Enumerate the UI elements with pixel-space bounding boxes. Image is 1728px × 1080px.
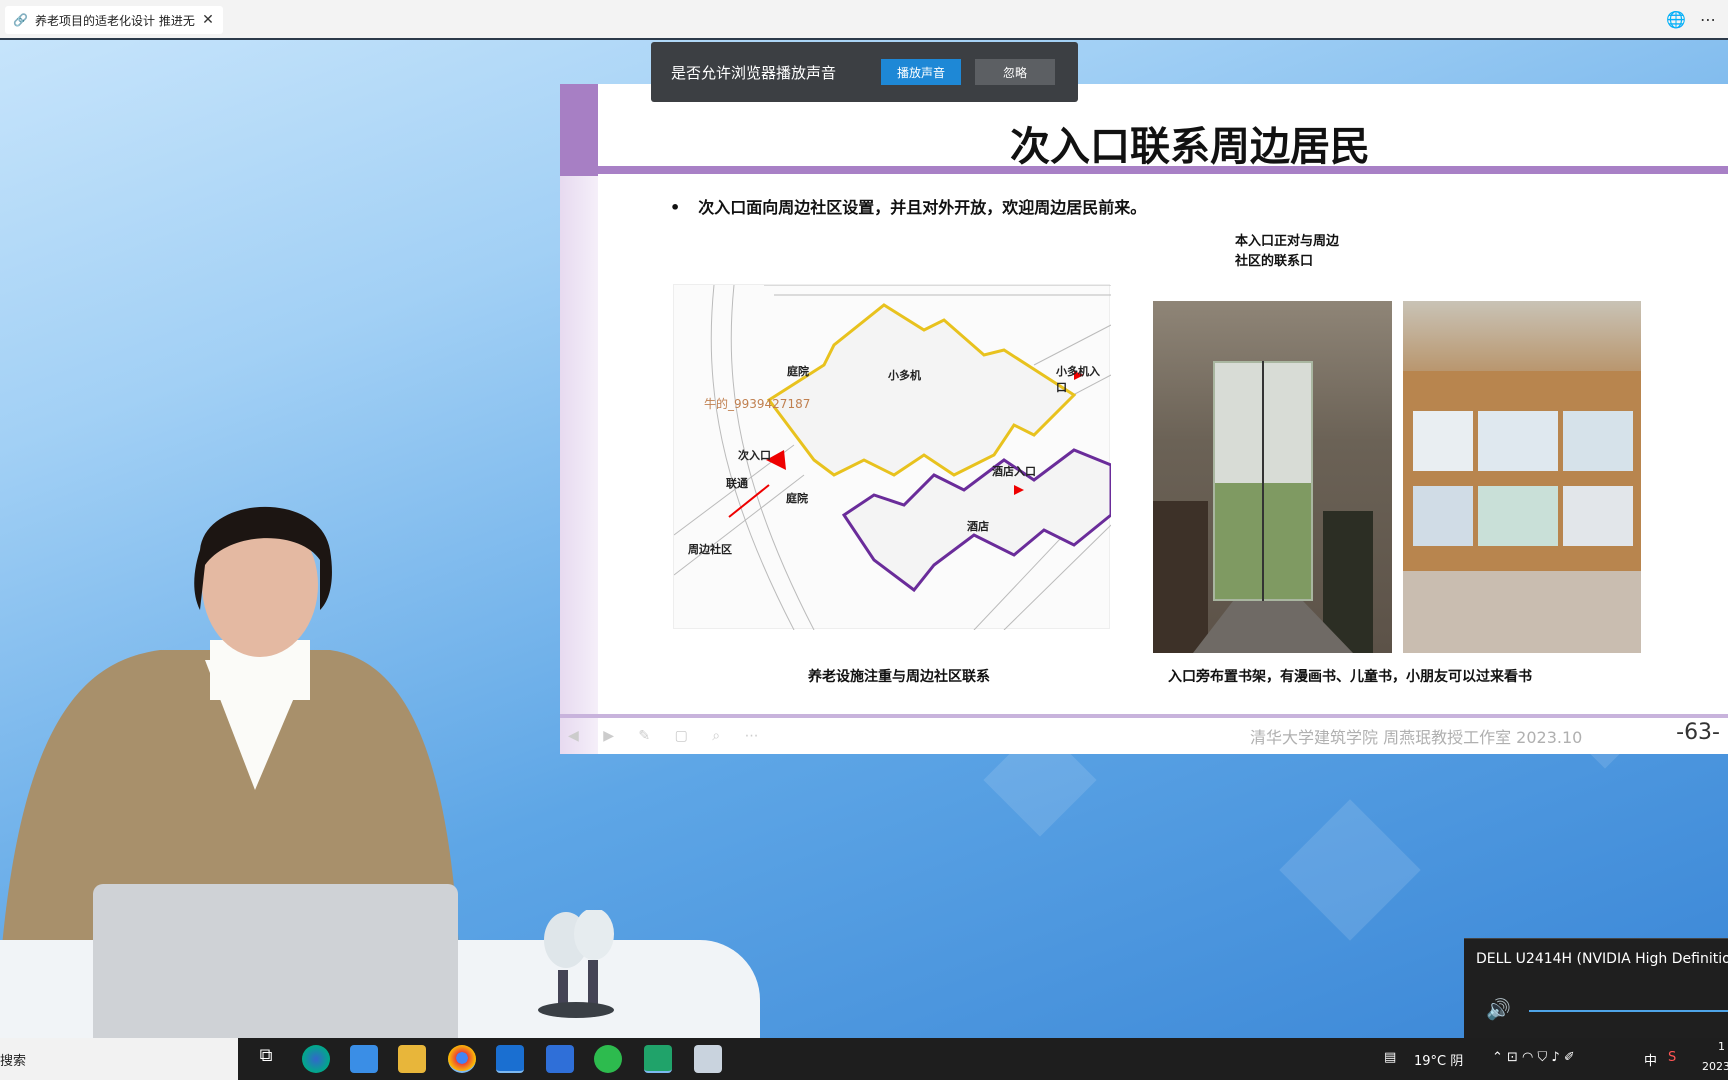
watermark-text: 牛的_9939427187 xyxy=(704,397,811,411)
senior-building-outline xyxy=(766,303,1077,477)
speaker-icon[interactable]: 🔊 xyxy=(1486,997,1511,1021)
news-widget-icon[interactable]: ▤ xyxy=(1384,1050,1396,1065)
entrance-annotation: 本入口正对与周边 社区的联系口 xyxy=(1235,232,1339,272)
site-plan-caption: 养老设施注重与周边社区联系 xyxy=(808,669,990,685)
site-plan-drawing: 牛的_9939427187 庭院 小多机 小多机入口 次入口 联通 庭院 酒店入… xyxy=(673,284,1113,631)
plan-label-secondary-entry: 次入口 xyxy=(738,449,771,462)
laptop xyxy=(93,884,458,1040)
taskbar: 搜索 ⧉ ▤ 19°C 阴 ⌃ ⊡ ◠ ⛉ ♪ ✐ 中 S 1 2023 xyxy=(0,1038,1728,1080)
app-bird-icon[interactable] xyxy=(350,1045,378,1073)
volume-flyout: DELL U2414H (NVIDIA High Definition 🔊 xyxy=(1464,938,1728,1038)
plan-label-small-multi: 小多机 xyxy=(888,369,921,382)
slide-footer: 清华大学建筑学院 周燕珉教授工作室 2023.10 xyxy=(1250,728,1583,747)
plan-label-courtyard: 庭院 xyxy=(786,492,808,505)
bullet-text: 次入口面向周边社区设置，并且对外开放，欢迎周边居民前来。 xyxy=(698,198,1147,217)
task-view-icon[interactable]: ⧉ xyxy=(252,1045,280,1073)
slide-title: 次入口联系周边居民 xyxy=(1010,124,1370,170)
background-diamond xyxy=(1279,799,1421,941)
entrance-corridor-photo xyxy=(1153,301,1392,653)
clock-date[interactable]: 2023 xyxy=(1702,1060,1728,1073)
plan-label-link: 联通 xyxy=(726,477,748,490)
bookshelf-photo xyxy=(1403,301,1641,653)
presentation-slide: 次入口联系周边居民 • 次入口面向周边社区设置，并且对外开放，欢迎周边居民前来。 … xyxy=(560,84,1728,754)
slide-left-band xyxy=(560,176,598,754)
slide-bullet: • 次入口面向周边社区设置，并且对外开放，欢迎周边居民前来。 xyxy=(670,198,1147,217)
play-sound-button[interactable]: 播放声音 xyxy=(881,59,961,85)
globe-icon[interactable]: 🌐 xyxy=(1666,10,1686,29)
clock-time[interactable]: 1 xyxy=(1718,1040,1725,1053)
chrome-icon[interactable] xyxy=(448,1045,476,1073)
volume-slider[interactable] xyxy=(1529,1010,1728,1012)
plan-label-neighborhood: 周边社区 xyxy=(688,543,732,556)
app-mountain-icon[interactable] xyxy=(496,1045,524,1073)
search-label: 搜索 xyxy=(0,1054,27,1069)
footer-divider xyxy=(560,714,1728,718)
browser-tab[interactable]: 🔗 养老项目的适老化设计 推进无 ✕ xyxy=(5,6,223,34)
ime-indicator[interactable]: 中 xyxy=(1644,1050,1657,1069)
close-tab-icon[interactable]: ✕ xyxy=(201,12,215,28)
microphone xyxy=(538,910,614,1018)
meeting-app-icon[interactable] xyxy=(644,1045,672,1073)
browser-tab-bar: 🔗 养老项目的适老化设计 推进无 ✕ 🌐 ⋯ xyxy=(0,0,1728,40)
taskbar-search[interactable]: 搜索 xyxy=(0,1038,238,1080)
slide-controls[interactable]: ◀ ▶ ✎ ▢ ⌕ ⋯ xyxy=(568,728,769,744)
file-explorer-icon[interactable] xyxy=(398,1045,426,1073)
annotation-line-2: 社区的联系口 xyxy=(1235,254,1314,269)
prompt-text: 是否允许浏览器播放声音 xyxy=(671,63,837,82)
tray-icons[interactable]: ⌃ ⊡ ◠ ⛉ ♪ ✐ xyxy=(1492,1050,1575,1065)
audio-device-name[interactable]: DELL U2414H (NVIDIA High Definition xyxy=(1476,951,1728,967)
ignore-button[interactable]: 忽略 xyxy=(975,59,1055,85)
plan-label-hotel-entry: 酒店入口 xyxy=(992,465,1036,478)
slide-accent-bar xyxy=(560,84,598,176)
tab-title: 养老项目的适老化设计 推进无 xyxy=(35,13,195,28)
edge-icon[interactable] xyxy=(302,1045,330,1073)
security-app-icon[interactable] xyxy=(546,1045,574,1073)
plan-label-small-multi-entry: 小多机入口 xyxy=(1056,365,1100,394)
settings-app-icon[interactable] xyxy=(694,1045,722,1073)
weather-status[interactable]: 19°C 阴 xyxy=(1414,1050,1463,1069)
photos-caption: 入口旁布置书架，有漫画书、儿童书，小朋友可以过来看书 xyxy=(1168,669,1532,685)
plan-label-hotel: 酒店 xyxy=(967,520,989,533)
sogou-ime-icon[interactable]: S xyxy=(1668,1050,1676,1065)
plan-label-courtyard-top: 庭院 xyxy=(787,365,809,378)
more-options-icon[interactable]: ⋯ xyxy=(1700,10,1716,29)
link-icon: 🔗 xyxy=(13,13,28,27)
sound-permission-prompt: 是否允许浏览器播放声音 播放声音 忽略 xyxy=(651,42,1078,102)
annotation-line-1: 本入口正对与周边 xyxy=(1235,234,1340,249)
slide-page-number: -63- xyxy=(1676,720,1720,745)
wechat-icon[interactable] xyxy=(594,1045,622,1073)
